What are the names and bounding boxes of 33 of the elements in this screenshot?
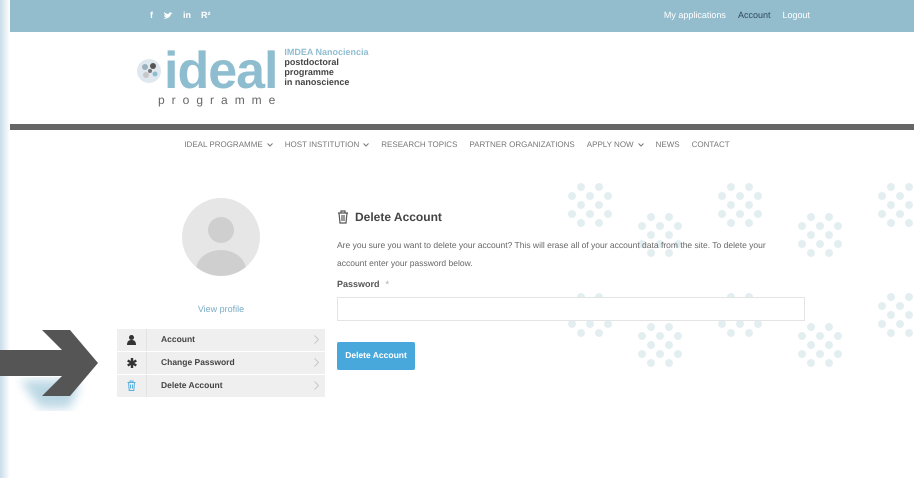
nav-item[interactable]: PARTNER ORGANIZATIONS [469, 139, 575, 151]
delete-account-button[interactable]: Delete Account [337, 342, 415, 370]
nav-item[interactable]: RESEARCH TOPICS [381, 139, 458, 151]
bird-icon[interactable] [163, 12, 173, 20]
logo-tagline: programme [284, 67, 335, 77]
menu-item[interactable]: Change Password [117, 352, 325, 374]
nav-item[interactable]: CONTACT [692, 139, 730, 151]
chevron-right-icon [314, 381, 319, 390]
chevron-down-icon [638, 143, 644, 147]
logo-emblem-icon [136, 58, 162, 84]
nav-item[interactable]: IDEAL PROGRAMME [184, 139, 273, 151]
nav-item[interactable]: NEWS [656, 139, 680, 151]
menu-item[interactable]: Delete Account [117, 374, 325, 396]
warning-message: Are you sure you want to delete your account? This will erase all of your account data from the site. To delete your account enter your password below. [337, 239, 767, 270]
required-mark: * [386, 278, 390, 291]
nav-item[interactable]: HOST INSTITUTION [284, 139, 370, 151]
field-label: Password [337, 278, 380, 291]
logo-tagline: postdoctoral [284, 57, 340, 67]
trash-icon [337, 210, 349, 224]
chevron-right-icon [314, 358, 319, 367]
chevron-down-icon [363, 143, 370, 147]
logo-subtitle: programme [158, 93, 282, 107]
view-profile-link[interactable]: View profile [198, 303, 244, 316]
organization-name: IMDEA Nanociencia [284, 47, 369, 57]
password-input[interactable] [337, 296, 805, 320]
section-title: Delete Account [355, 209, 442, 226]
top-link[interactable]: Account [738, 9, 770, 23]
nav-item[interactable]: APPLY NOW [586, 139, 644, 151]
logo-wordmark: ideal [164, 49, 278, 93]
logo-tagline: in nanoscience [284, 77, 350, 87]
menu-item[interactable]: Account [117, 328, 325, 350]
chevron-right-icon [314, 335, 319, 344]
chevron-down-icon [266, 143, 273, 147]
